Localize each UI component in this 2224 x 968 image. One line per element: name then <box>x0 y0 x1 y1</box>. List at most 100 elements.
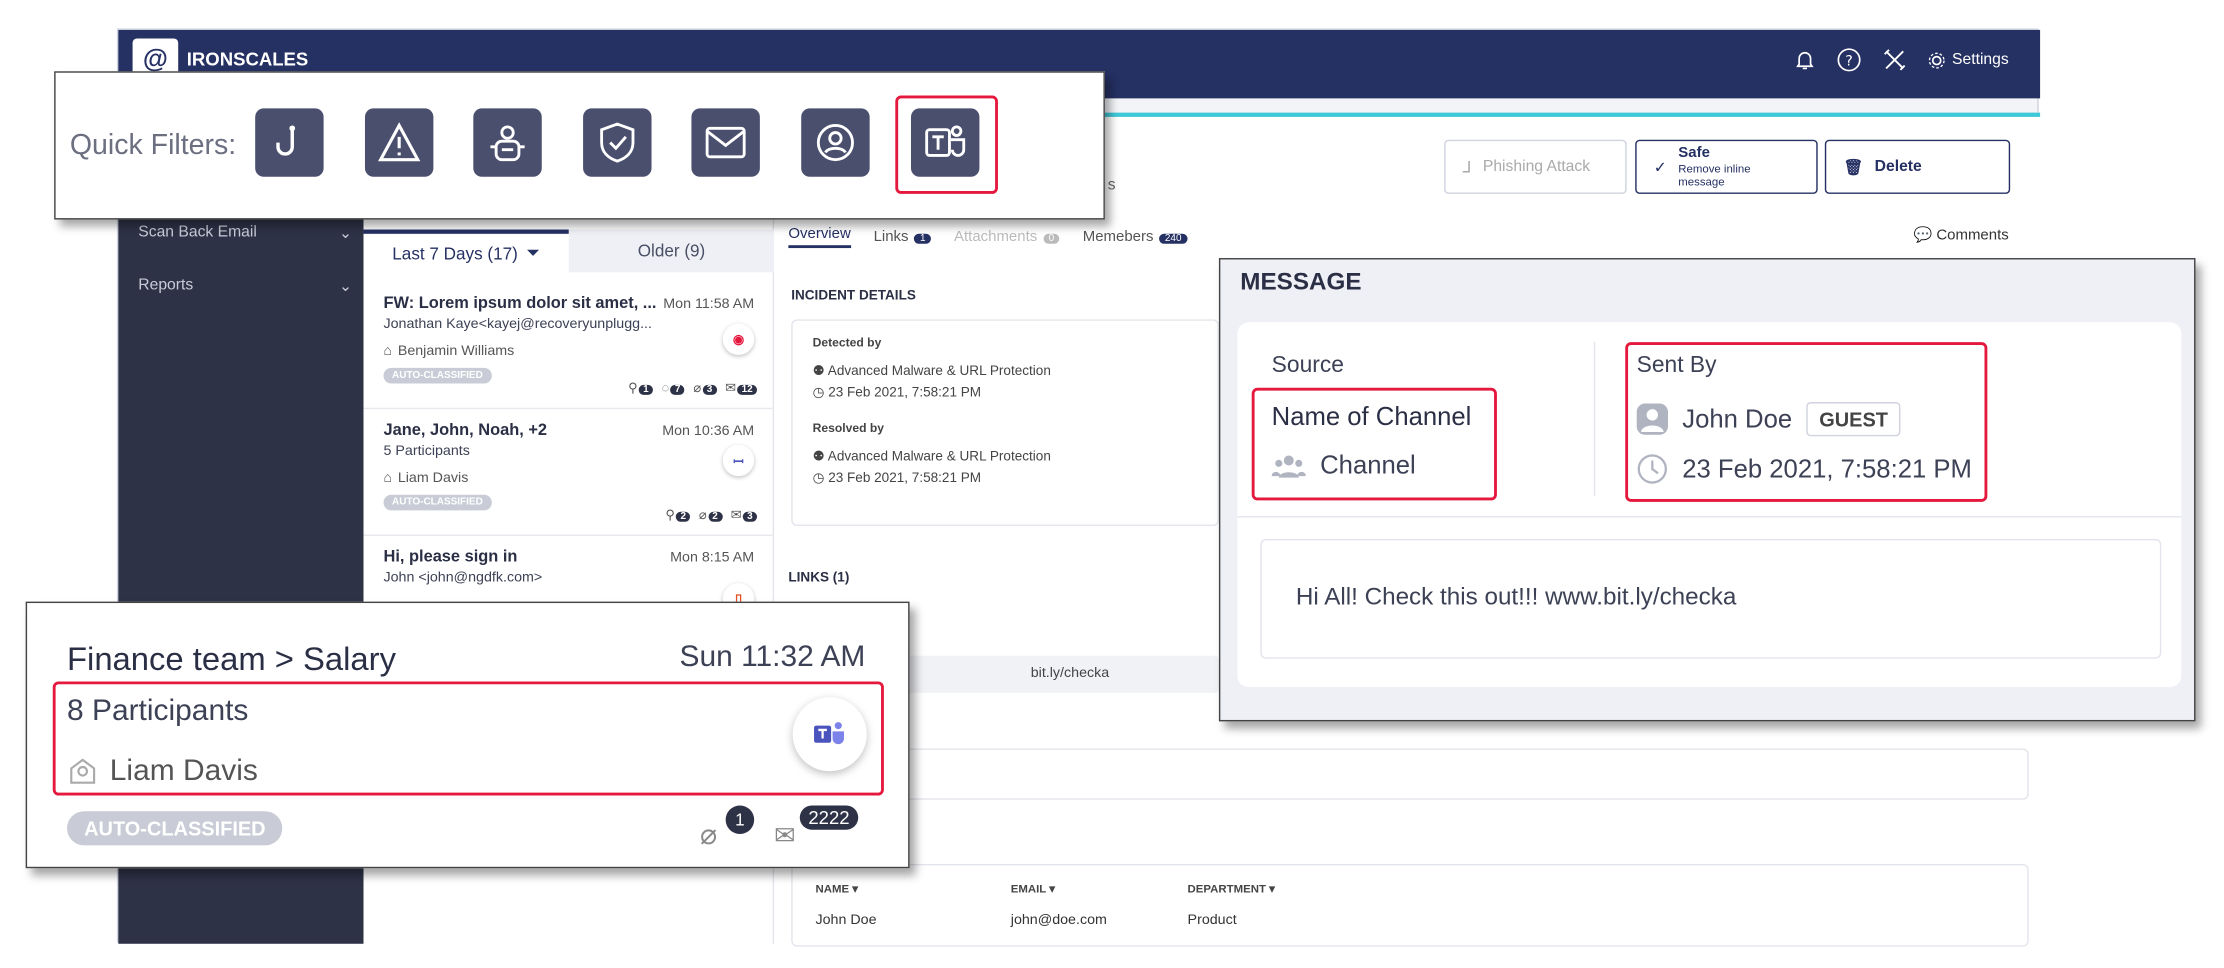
highlight-box <box>895 95 998 194</box>
user-target-icon[interactable] <box>801 108 870 177</box>
column-name[interactable]: NAME ▾ <box>815 882 1010 895</box>
tab-label: Older (9) <box>637 240 706 261</box>
resolved-by: ⚉ Advanced Malware & URL Protection <box>812 449 1051 465</box>
assignee-name: Benjamin Williams <box>397 343 515 360</box>
settings-label: Settings <box>1952 51 2009 69</box>
tab-members[interactable]: Memebers 240 <box>1083 228 1188 245</box>
list-item[interactable]: FW: Lorem ipsum dolor sit amet, ... Mon … <box>363 284 775 410</box>
warning-icon[interactable] <box>364 108 434 177</box>
settings-button[interactable]: Settings <box>1928 51 2009 70</box>
resolved-time-value: 23 Feb 2021, 7:58:21 PM <box>828 470 982 487</box>
check-icon: ✓ <box>1653 158 1667 177</box>
item-from: 5 Participants <box>383 443 470 460</box>
cell-email: john@doe.com <box>1010 912 1107 929</box>
tab-older[interactable]: Older (9) <box>568 229 775 273</box>
message-text: Hi All! Check this out!!! www.bit.ly/che… <box>1295 583 1737 611</box>
shield-check-icon[interactable] <box>583 108 652 177</box>
tab-label: Last 7 Days (17) <box>392 243 518 264</box>
sidebar-item-label: Scan Back Email <box>138 223 257 241</box>
item-from: Jonathan Kaye<kayej@recoveryunplugg... <box>383 316 652 333</box>
members-table: NAME ▾ EMAIL ▾ DEPARTMENT ▾ John Doe joh… <box>791 863 2029 947</box>
message-body: Hi All! Check this out!!! www.bit.ly/che… <box>1260 538 2162 659</box>
mail-count: ✉ 12 <box>725 381 758 397</box>
list-tabs: Last 7 Days (17) ⏷ Older (9) <box>363 229 775 273</box>
count-badge: 1 <box>914 233 932 244</box>
link-count: ⚲ 2 <box>665 508 691 524</box>
resolved-by-value: Advanced Malware & URL Protection <box>827 449 1051 465</box>
item-from: John <john@ngdfk.com> <box>383 570 543 586</box>
table-header: NAME ▾ EMAIL ▾ DEPARTMENT ▾ <box>815 882 2004 895</box>
comments-button[interactable]: 💬 Comments <box>1914 225 2009 244</box>
gear-icon <box>1929 51 1946 68</box>
cell-name: John Doe <box>815 912 877 929</box>
attachment-count: ⌀ 2 <box>699 508 723 524</box>
phishing-attack-button[interactable]: ⅃ Phishing Attack <box>1444 139 1627 194</box>
item-time: Mon 10:36 AM <box>662 423 755 440</box>
help-icon[interactable]: ? <box>1837 47 1863 73</box>
count-badge: 240 <box>1159 233 1188 244</box>
incident-details-card: Detected by ⚉ Advanced Malware & URL Pro… <box>791 319 1219 527</box>
resolved-label: Resolved by <box>812 420 885 435</box>
item-time: Sun 11:32 AM <box>679 640 866 673</box>
hook-icon: ⅃ <box>1462 158 1472 177</box>
message-callout: MESSAGE Source Name of Channel Channel S… <box>1218 258 2196 722</box>
column-department[interactable]: DEPARTMENT ▾ <box>1188 882 1275 895</box>
incident-details-heading: INCIDENT DETAILS <box>791 287 916 304</box>
logo-text: IRONSCALES <box>186 47 309 70</box>
phishing-label: Phishing Attack <box>1482 158 1591 176</box>
detected-label: Detected by <box>812 335 882 350</box>
tab-last-7-days[interactable]: Last 7 Days (17) ⏷ <box>363 229 569 273</box>
safe-sublabel: Remove inline message <box>1678 162 1751 189</box>
detected-time-value: 23 Feb 2021, 7:58:21 PM <box>828 384 982 401</box>
safe-label: Safe <box>1678 144 1710 162</box>
filter-icon[interactable]: ⏷ <box>526 242 540 263</box>
user-icon: ⌂ <box>383 343 393 360</box>
tab-attachments[interactable]: Attachments 0 <box>954 228 1060 245</box>
delete-button[interactable]: 🗑 Delete <box>1824 139 2011 194</box>
highlight-box <box>1625 342 1988 502</box>
list-item[interactable]: Jane, John, Noah, +2 Mon 10:36 AM 5 Part… <box>363 411 775 537</box>
attachment-count: ⌀ 3 <box>693 381 717 397</box>
tab-links[interactable]: Links 1 <box>874 228 932 245</box>
item-subject: Finance team > Salary <box>67 640 396 678</box>
subtabs: Overview Links 1 Attachments 0 Memebers 240 <box>788 225 1188 249</box>
item-time: Mon 8:15 AM <box>670 550 755 566</box>
safe-button[interactable]: ✓ Safe Remove inline message <box>1635 139 1818 194</box>
quick-filters-callout: Quick Filters: <box>54 71 1105 220</box>
mail-count: 2222 <box>799 805 859 830</box>
divider <box>1237 516 2182 518</box>
tab-overview[interactable]: Overview <box>788 225 851 249</box>
divider <box>1593 342 1596 497</box>
svg-text:?: ? <box>1846 54 1854 70</box>
comment-icon: 💬 <box>1913 226 1933 244</box>
comment-count: ◌ 7 <box>662 381 685 397</box>
paperclip-icon: ⌀ <box>699 819 718 852</box>
column-email[interactable]: EMAIL ▾ <box>1011 882 1188 895</box>
item-counts: ⚲ 2 ⌀ 2 ✉ 3 <box>665 508 758 524</box>
bell-icon[interactable] <box>1794 48 1817 71</box>
mail-icon[interactable] <box>691 108 760 177</box>
chevron-down-icon: ⌄ <box>338 277 353 296</box>
table-row[interactable]: John Doe john@doe.com Product <box>815 912 2004 928</box>
item-assignee: ⌂ Benjamin Williams <box>383 344 754 360</box>
mail-count: ✉ 3 <box>731 508 758 524</box>
mail-icon: ✉ <box>774 821 796 850</box>
highlight-box <box>1251 387 1497 501</box>
message-heading: MESSAGE <box>1240 268 1362 296</box>
chevron-down-icon: ⌄ <box>338 225 353 243</box>
sidebar-item-reports[interactable]: Reports ⌄ <box>138 277 352 296</box>
sidebar-item-scan-back-email[interactable]: Scan Back Email ⌄ <box>138 224 352 243</box>
detected-time: ◷ 23 Feb 2021, 7:58:21 PM <box>812 384 982 401</box>
teams-icon: ꟷ <box>722 444 755 477</box>
hook-icon[interactable] <box>255 108 324 177</box>
assignee-name: Liam Davis <box>397 470 469 487</box>
finance-item-callout[interactable]: Finance team > Salary Sun 11:32 AM 8 Par… <box>25 601 910 869</box>
detected-by-value: Advanced Malware & URL Protection <box>827 363 1051 380</box>
trash-icon: 🗑 <box>1843 158 1864 177</box>
highlight-box <box>52 681 884 796</box>
tools-icon[interactable] <box>1882 47 1908 73</box>
tab-label: Attachments <box>954 228 1038 246</box>
alert-icon: ◉ <box>722 323 755 355</box>
count-badge: 0 <box>1042 233 1060 244</box>
bug-icon[interactable] <box>473 108 542 177</box>
